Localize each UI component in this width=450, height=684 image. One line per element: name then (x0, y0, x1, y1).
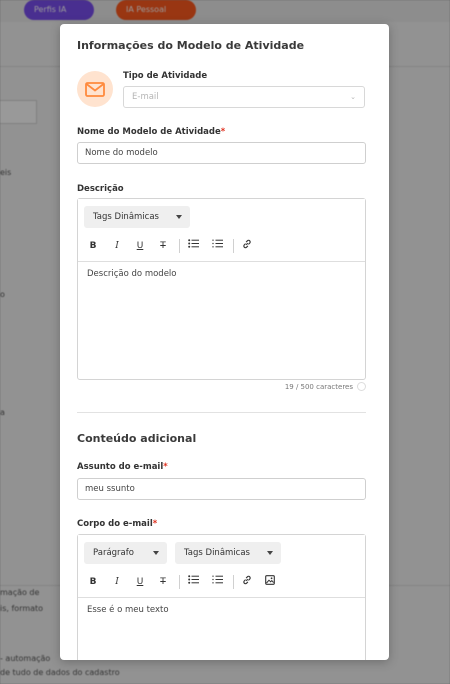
dynamic-tags-label: Tags Dinâmicas (184, 548, 250, 558)
bold-button[interactable]: B (86, 575, 100, 589)
toolbar-separator (179, 575, 180, 589)
image-button[interactable] (263, 575, 277, 589)
description-toolbar: Tags Dinâmicas B I U T (78, 199, 365, 262)
bullet-list-button[interactable] (186, 239, 200, 253)
body-label-text: Corpo do e-mail (77, 519, 153, 529)
italic-button[interactable]: I (110, 575, 124, 589)
bullet-list-icon (187, 575, 199, 584)
numbered-list-button[interactable] (210, 575, 224, 589)
dynamic-tags-dropdown[interactable]: Tags Dinâmicas (84, 206, 190, 228)
underline-button[interactable]: U (133, 575, 147, 589)
subject-input[interactable]: meu ssunto (77, 478, 366, 500)
modal-title: Informações do Modelo de Atividade (77, 39, 305, 52)
subject-label-text: Assunto do e-mail (77, 462, 164, 472)
body-editor: Parágrafo Tags Dinâmicas B I U T Esse é … (77, 534, 366, 660)
dynamic-tags-dropdown[interactable]: Tags Dinâmicas (175, 542, 281, 564)
caret-down-icon (153, 551, 159, 555)
toolbar-separator (233, 575, 234, 589)
paragraph-label: Parágrafo (93, 548, 134, 558)
caret-down-icon (176, 215, 182, 219)
strikethrough-button[interactable]: T (156, 239, 170, 253)
model-name-label-text: Nome do Modelo de Atividade (77, 127, 221, 137)
required-marker: * (152, 519, 158, 529)
description-label: Descrição (77, 184, 124, 194)
description-editor: Tags Dinâmicas B I U T Descrição do mode… (77, 198, 366, 380)
bold-button[interactable]: B (86, 239, 100, 253)
section-divider (77, 412, 366, 413)
numbered-list-icon (211, 239, 223, 248)
link-button[interactable] (240, 575, 254, 589)
bullet-list-icon (187, 239, 199, 248)
activity-type-select[interactable]: E-mail ⌄ (123, 86, 365, 108)
numbered-list-button[interactable] (210, 239, 224, 253)
required-marker: * (220, 127, 226, 137)
body-text[interactable]: Esse é o meu texto (87, 605, 169, 615)
activity-type-label: Tipo de Atividade (123, 71, 208, 81)
numbered-list-icon (211, 575, 223, 584)
image-icon (265, 575, 275, 585)
progress-ring (357, 382, 366, 391)
description-text[interactable]: Descrição do modelo (87, 269, 176, 279)
toolbar-separator (233, 239, 234, 253)
bullet-list-button[interactable] (186, 575, 200, 589)
link-icon (243, 575, 251, 585)
subject-label: Assunto do e-mail* (77, 462, 168, 472)
activity-model-modal: Informações do Modelo de Atividade Tipo … (60, 24, 389, 660)
activity-type-value: E-mail (132, 92, 159, 102)
model-name-label: Nome do Modelo de Atividade* (77, 127, 225, 137)
dynamic-tags-label: Tags Dinâmicas (93, 212, 159, 222)
caret-down-icon (267, 551, 273, 555)
model-name-input[interactable]: Nome do modelo (77, 142, 366, 164)
strikethrough-button[interactable]: T (156, 575, 170, 589)
chevron-down-icon: ⌄ (350, 93, 356, 101)
envelope-icon (85, 81, 105, 97)
paragraph-dropdown[interactable]: Parágrafo (84, 542, 167, 564)
body-toolbar: Parágrafo Tags Dinâmicas B I U T (78, 535, 365, 598)
required-marker: * (163, 462, 168, 472)
toolbar-separator (179, 239, 180, 253)
body-label: Corpo do e-mail* (77, 519, 157, 529)
link-button[interactable] (240, 239, 254, 253)
character-counter: 19 / 500 caracteres (284, 383, 353, 391)
underline-button[interactable]: U (133, 239, 147, 253)
additional-content-title: Conteúdo adicional (77, 432, 197, 445)
activity-type-avatar (77, 71, 113, 107)
italic-button[interactable]: I (110, 239, 124, 253)
link-icon (243, 239, 251, 249)
